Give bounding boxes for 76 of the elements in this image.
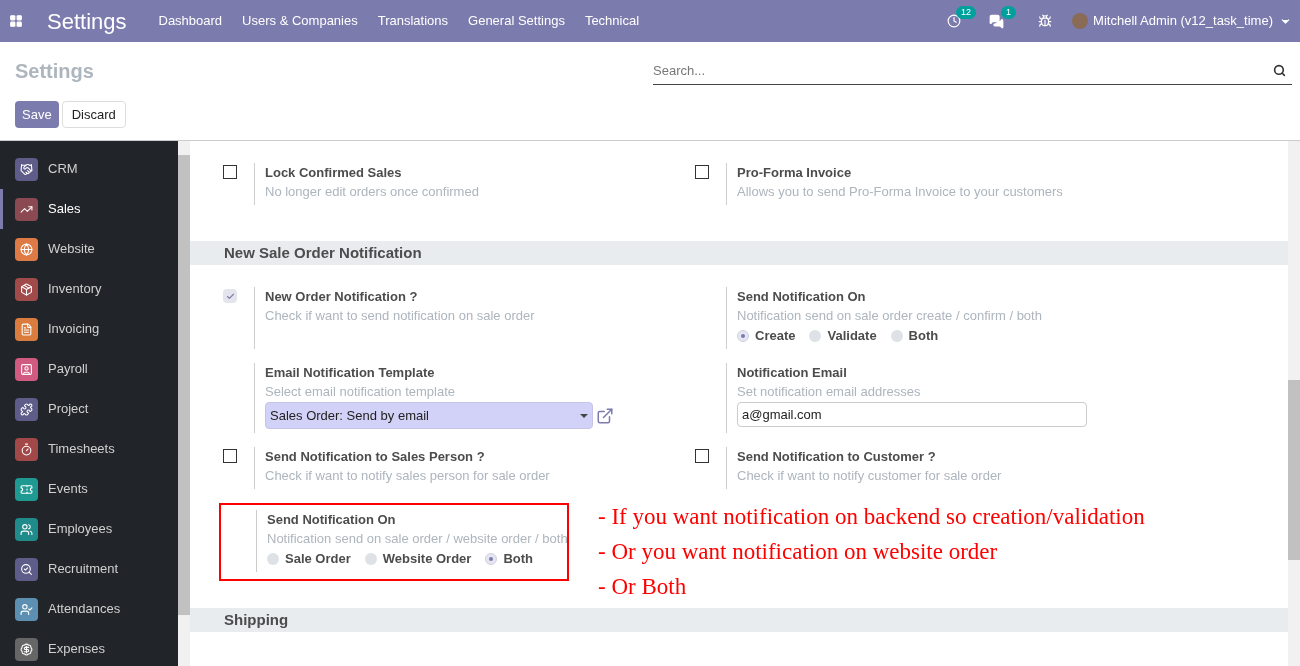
- sidebar-item[interactable]: Attendances: [0, 589, 178, 629]
- setting-description: Check if want to send notification on sale order: [265, 307, 535, 325]
- sidebar-item[interactable]: Inventory: [0, 269, 178, 309]
- radio-label[interactable]: Website Order: [382, 549, 472, 568]
- menu-link[interactable]: General Settings: [458, 11, 575, 31]
- radio-button[interactable]: [737, 329, 749, 342]
- menu-link[interactable]: Technical: [574, 11, 650, 31]
- debug-icon[interactable]: [1038, 14, 1053, 28]
- action-button[interactable]: Save: [15, 101, 59, 128]
- setting-title: Pro-Forma Invoice: [737, 164, 853, 182]
- sidebar-item[interactable]: Recruitment: [0, 549, 178, 589]
- chat-icon[interactable]: [989, 13, 1005, 29]
- setting-title: Send Notification On: [267, 511, 397, 529]
- checkbox[interactable]: [695, 165, 709, 179]
- message-count: 1: [1001, 5, 1017, 19]
- checkbox[interactable]: [695, 449, 709, 463]
- checkbox[interactable]: [223, 449, 237, 463]
- setting-title: Notification Email: [737, 364, 848, 382]
- setting-title: Send Notification to Customer ?: [737, 448, 937, 466]
- annotation-text: - Or Both: [598, 573, 687, 601]
- radio-button[interactable]: [809, 329, 822, 342]
- checkbox[interactable]: [223, 165, 237, 179]
- setting-description: No longer edit orders once confirmed: [265, 183, 479, 201]
- section-header: New Sale Order Notification: [190, 241, 1288, 265]
- apps-menu-icon[interactable]: [9, 14, 23, 28]
- setting-description: Set notification email addresses: [737, 383, 922, 401]
- section-header: Shipping: [190, 608, 1288, 632]
- activity-icon[interactable]: [947, 14, 962, 28]
- sidebar-item[interactable]: Expenses: [0, 629, 178, 666]
- sidebar-item[interactable]: CRM: [0, 149, 178, 189]
- setting-title: Email Notification Template: [265, 364, 436, 382]
- sidebar-item[interactable]: Timesheets: [0, 429, 178, 469]
- setting-title: Send Notification to Sales Person ?: [265, 448, 486, 466]
- menu-link[interactable]: Users & Companies: [232, 11, 368, 31]
- setting-title: Lock Confirmed Sales: [265, 164, 403, 182]
- setting-description: Notification send on sale order / website order / both: [267, 530, 565, 548]
- check-icon: [225, 291, 235, 301]
- sidebar-item[interactable]: Payroll: [0, 349, 178, 389]
- setting-description: Notification send on sale order create / confirm / both: [737, 307, 1042, 325]
- action-button[interactable]: Discard: [61, 101, 126, 128]
- email-field[interactable]: a@gmail.com: [737, 402, 1087, 427]
- menu-link[interactable]: Translations: [367, 11, 459, 31]
- radio-button[interactable]: [364, 552, 377, 565]
- scrollbar[interactable]: [1288, 141, 1300, 666]
- search-icon[interactable]: [1273, 64, 1286, 77]
- checkbox[interactable]: [223, 289, 237, 303]
- radio-label[interactable]: Validate: [827, 326, 877, 345]
- setting-title: New Order Notification ?: [265, 288, 419, 306]
- search-field[interactable]: Search...: [653, 57, 1292, 85]
- setting-description: Select email notification template: [265, 383, 457, 401]
- sidebar-item[interactable]: Invoicing: [0, 309, 178, 349]
- user-name[interactable]: Mitchell Admin (v12_task_time): [1093, 11, 1273, 31]
- sidebar-item[interactable]: Project: [0, 389, 178, 429]
- radio-label[interactable]: Both: [908, 326, 939, 345]
- annotation-text: - If you want notification on backend so creation/validation: [598, 503, 1145, 531]
- template-select[interactable]: Sales Order: Send by email: [265, 402, 593, 429]
- menu-link[interactable]: Dashboard: [148, 11, 233, 31]
- setting-description: Check if want to notify customer for sale order: [737, 467, 1002, 485]
- activity-count: 12: [956, 6, 977, 19]
- setting-description: Allows you to send Pro-Forma Invoice to your customers: [737, 183, 1063, 201]
- radio-button[interactable]: [890, 329, 903, 342]
- sidebar-item[interactable]: Employees: [0, 509, 178, 549]
- sidebar-item[interactable]: Website: [0, 229, 178, 269]
- radio-button[interactable]: [485, 552, 498, 565]
- radio-label[interactable]: Create: [755, 326, 796, 345]
- radio-button[interactable]: [267, 552, 279, 565]
- setting-title: Send Notification On: [737, 288, 867, 306]
- radio-label[interactable]: Both: [503, 549, 533, 568]
- scrollbar[interactable]: [178, 141, 190, 666]
- breadcrumb: Settings: [15, 59, 94, 84]
- radio-label[interactable]: Sale Order: [285, 549, 351, 568]
- setting-description: Check if want to notify sales person for sale order: [265, 467, 550, 485]
- app-title: Settings: [47, 7, 127, 36]
- annotation-text: - Or you want notification on website order: [598, 538, 998, 566]
- external-link-icon[interactable]: [596, 406, 614, 425]
- sidebar-item[interactable]: Events: [0, 469, 178, 509]
